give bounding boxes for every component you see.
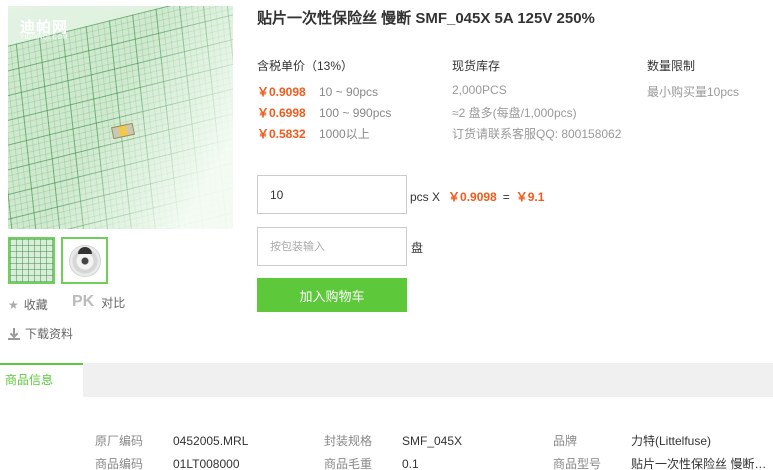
watermark-logo: 迪帕网 xyxy=(20,19,69,36)
quantity-input[interactable] xyxy=(257,175,407,214)
price-tier: ￥0.9098 10 ~ 90pcs xyxy=(257,83,378,100)
pk-icon: PK xyxy=(72,293,95,310)
spec-value: 贴片一次性保险丝 慢断 S... xyxy=(631,457,767,470)
spec-key: 商品型号 xyxy=(553,457,602,470)
tier-range: 100 ~ 990pcs xyxy=(319,106,392,120)
add-to-cart-button[interactable]: 加入购物车 xyxy=(257,278,407,312)
quantity-unit: pcs X xyxy=(410,190,441,204)
thumbnail-reel-photo[interactable] xyxy=(61,237,108,284)
spec-item: 原厂编码 0452005.MRL xyxy=(95,432,248,449)
favorite-button[interactable]: ★ 收藏 xyxy=(8,296,48,313)
calc-unit-price: ￥0.9098 xyxy=(448,190,497,204)
star-icon: ★ xyxy=(8,297,19,312)
favorite-label: 收藏 xyxy=(23,298,48,312)
spec-value: 0.1 xyxy=(402,457,419,470)
stock-quantity: 2,000PCS xyxy=(452,83,507,97)
tier-range: 10 ~ 90pcs xyxy=(319,85,379,99)
tier-range: 1000以上 xyxy=(319,127,370,141)
spec-item: 商品型号 贴片一次性保险丝 慢断 S... xyxy=(553,455,767,470)
price-header: 含税单价（13%） xyxy=(257,59,354,73)
limit-header: 数量限制 xyxy=(647,59,696,73)
pack-unit: 盘 xyxy=(411,241,424,255)
spec-key: 商品编码 xyxy=(95,457,144,470)
price-tier: ￥0.5832 1000以上 xyxy=(257,125,370,142)
stock-contact: 订货请联系客服QQ: 800158062 xyxy=(452,127,622,141)
tier-price: ￥0.9098 xyxy=(257,85,306,99)
compare-button[interactable]: PK 对比 xyxy=(72,293,125,311)
spec-value: 力特(Littelfuse) xyxy=(631,434,712,448)
spec-key: 商品毛重 xyxy=(324,457,373,470)
spec-item: 品牌 力特(Littelfuse) xyxy=(553,432,711,449)
spec-key: 封装规格 xyxy=(324,434,373,448)
spec-value: 01LT008000 xyxy=(173,457,240,470)
tab-product-info[interactable]: 商品信息 xyxy=(0,363,83,397)
download-label: 下载资料 xyxy=(25,327,74,341)
spec-key: 原厂编码 xyxy=(95,434,144,448)
spec-item: 商品毛重 0.1 xyxy=(324,455,419,470)
tier-price: ￥0.5832 xyxy=(257,127,306,141)
download-icon xyxy=(8,327,20,340)
product-main-image: 迪帕网 YIDIANQI.COM xyxy=(8,6,233,229)
equals-sign: = xyxy=(502,190,510,204)
calc-total: ￥9.1 xyxy=(515,190,545,204)
thumbnail-grid-photo[interactable] xyxy=(8,237,55,284)
spec-item: 商品编码 01LT008000 xyxy=(95,455,240,470)
spec-item: 封装规格 SMF_045X xyxy=(324,432,462,449)
stock-reels: ≈2 盘多(每盘/1,000pcs) xyxy=(452,106,577,120)
spec-key: 品牌 xyxy=(553,434,578,448)
compare-label: 对比 xyxy=(101,295,126,310)
stock-header: 现货库存 xyxy=(452,59,501,73)
download-datasheet-button[interactable]: 下载资料 xyxy=(8,325,73,342)
price-tier: ￥0.6998 100 ~ 990pcs xyxy=(257,104,391,121)
spec-value: SMF_045X xyxy=(402,434,463,448)
watermark-subtext: YIDIANQI.COM xyxy=(20,35,69,41)
minimum-order: 最小购买量10pcs xyxy=(647,85,740,99)
price-calculation: pcs X ￥0.9098 = ￥9.1 xyxy=(410,188,544,205)
pack-quantity-input[interactable] xyxy=(257,227,407,266)
info-tab-bar: 商品信息 xyxy=(0,363,773,397)
spec-value: 0452005.MRL xyxy=(173,434,249,448)
product-title: 贴片一次性保险丝 慢断 SMF_045X 5A 125V 250% xyxy=(257,10,595,27)
tier-price: ￥0.6998 xyxy=(257,106,306,120)
